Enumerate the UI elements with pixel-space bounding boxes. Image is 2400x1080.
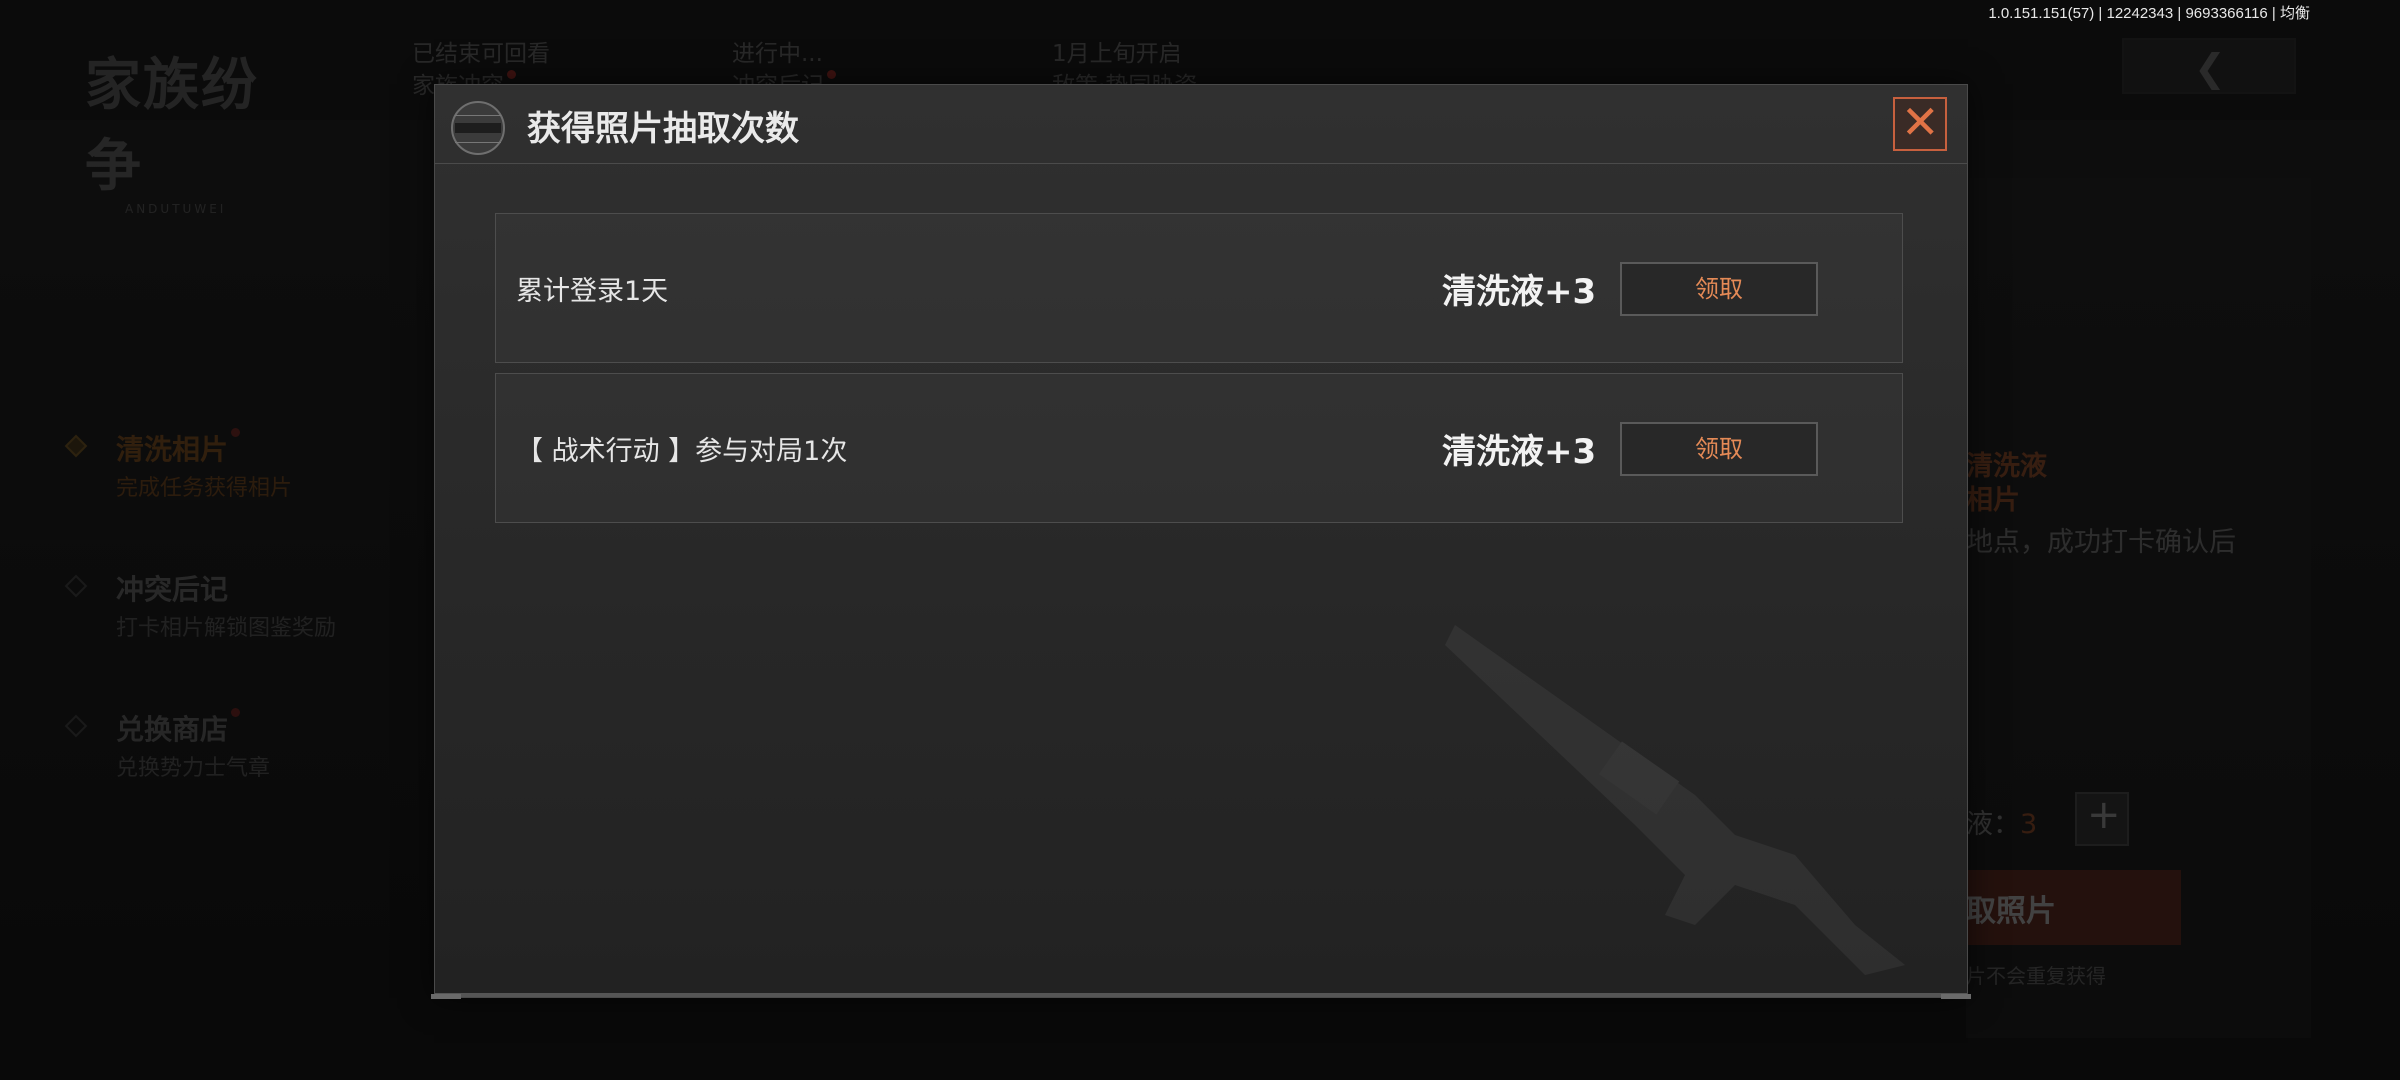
claim-button-label: 领取 <box>1695 275 1743 303</box>
task-reward: 清洗液+3 <box>1442 272 1597 312</box>
corner-accent <box>1941 994 1971 999</box>
task-row: 累计登录1天 清洗液+3 领取 <box>495 213 1903 363</box>
task-reward: 清洗液+3 <box>1442 432 1597 472</box>
task-name: 【 战术行动 】参与对局1次 <box>516 436 848 467</box>
task-row: 【 战术行动 】参与对局1次 清洗液+3 领取 <box>495 373 1903 523</box>
claim-button-label: 领取 <box>1695 435 1743 463</box>
dialog-header: 获得照片抽取次数 ✕ <box>435 85 1967 164</box>
dialog-bottom-border <box>435 993 1967 997</box>
close-button[interactable]: ✕ <box>1893 95 1947 151</box>
claim-button[interactable]: 领取 <box>1620 422 1818 476</box>
globe-icon <box>451 101 505 155</box>
claim-button[interactable]: 领取 <box>1620 262 1818 316</box>
close-icon: ✕ <box>1901 95 1940 149</box>
photo-draw-dialog: 获得照片抽取次数 ✕ 累计登录1天 清洗液+3 领取 【 战术行动 】参与对局1… <box>431 84 1971 999</box>
dialog-title: 获得照片抽取次数 <box>527 109 799 149</box>
rifle-illustration <box>1445 625 1905 975</box>
task-name: 累计登录1天 <box>516 276 669 307</box>
corner-accent <box>431 994 461 999</box>
version-info: 1.0.151.151(57) | 12242343 | 9693366116 … <box>1988 5 2310 22</box>
